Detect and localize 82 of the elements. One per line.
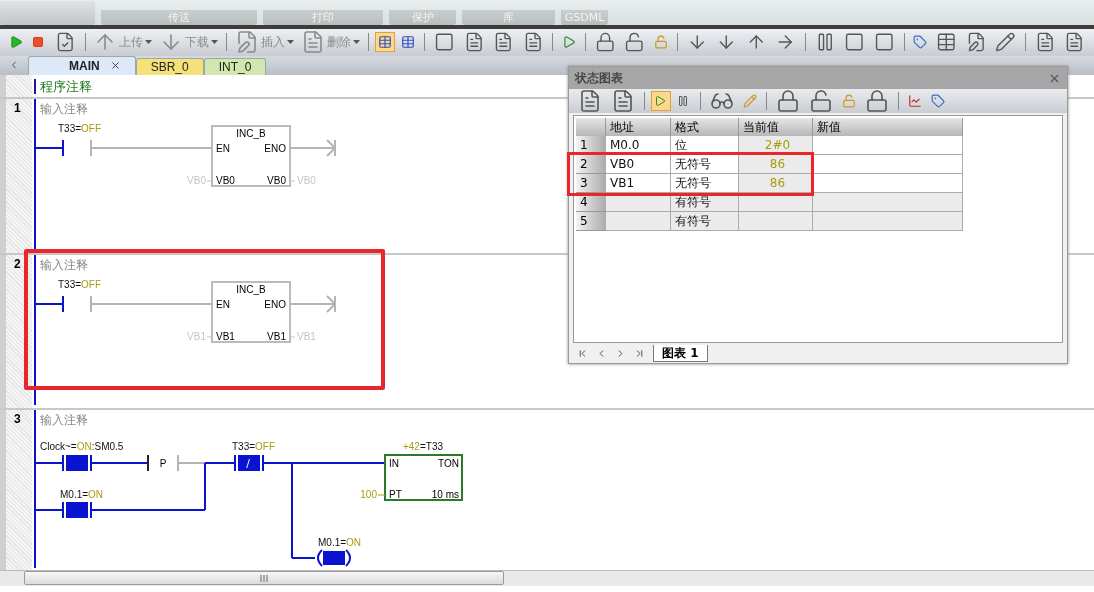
network-comment: 输入注释 [40, 257, 88, 272]
last-sheet-icon[interactable] [634, 347, 645, 359]
first-sheet-icon[interactable] [577, 347, 588, 359]
table-icon [401, 35, 416, 50]
rung-end-arrow [289, 138, 337, 157]
column-header: 格式 [671, 118, 739, 136]
delete-icon [611, 89, 635, 113]
caret-icon [353, 40, 361, 45]
operand-label: VB0 [297, 174, 316, 186]
column-header: 当前值 [739, 118, 813, 136]
program-comment: 程序注释 [34, 78, 92, 94]
monitor-toggle[interactable] [375, 32, 396, 53]
pin-label: IN [389, 457, 399, 469]
operand-label: M0.1=ON [318, 536, 362, 548]
rung-end-arrow [289, 294, 337, 313]
window-title: 状态图表 [575, 69, 623, 87]
column-header [576, 118, 606, 136]
pencil-icon [743, 94, 757, 108]
pin-label: ENO [264, 142, 286, 154]
pin-label: VB1 [216, 330, 235, 342]
tag-icon [913, 35, 928, 50]
play-icon [654, 95, 666, 107]
table-cell [606, 212, 671, 231]
chart-toggle[interactable] [651, 91, 671, 111]
time-base-label: 10 ms [431, 488, 459, 500]
block-name: TON [438, 457, 459, 469]
lock-icon [865, 89, 889, 113]
block-name: INC_B [236, 283, 266, 295]
network-comment: 输入注释 [40, 101, 88, 116]
table-cell: 无符号 [671, 155, 739, 174]
operand-label: Clock~=ON:SM0.5 [40, 440, 124, 452]
row-number: 3 [576, 174, 606, 193]
pin-label: VB0 [216, 174, 235, 186]
pin-label: ENO [264, 298, 286, 310]
operand-label: T33=OFF [58, 278, 102, 290]
unlock-icon [654, 35, 668, 50]
pin-label: VB0 [267, 174, 286, 186]
network-comment: 输入注释 [40, 412, 88, 427]
chart-icon [908, 94, 922, 108]
table-cell: VB1 [606, 174, 671, 193]
operand-label: 100 [360, 488, 377, 500]
pause-icon [677, 95, 689, 107]
operand-label: VB1 [297, 330, 316, 342]
tag-icon [931, 94, 945, 108]
contact-label: P [159, 457, 167, 469]
operand-label: T33=OFF [232, 440, 276, 452]
pin-label: EN [216, 298, 230, 310]
row-number: 5 [576, 212, 606, 231]
column-header: 地址 [606, 118, 671, 136]
editor-tab[interactable]: SBR_0 [135, 57, 204, 75]
operand-label: T33=OFF [58, 122, 102, 134]
operand-label: VB0 [187, 174, 206, 186]
block-name: INC_B [236, 127, 266, 139]
operand-label: +42=T33 [403, 440, 443, 452]
operand-label: M0.1=ON [60, 488, 104, 500]
insert-icon [578, 89, 602, 113]
table-cell: 无符号 [671, 174, 739, 193]
close-icon[interactable] [109, 60, 121, 72]
pin-label: EN [216, 142, 230, 154]
lock-icon [776, 89, 800, 113]
editor-tab[interactable]: INT_0 [203, 57, 267, 75]
stop-icon [32, 36, 44, 49]
table-cell: VB0 [606, 155, 671, 174]
unlock-icon [842, 94, 856, 108]
scrollbar-thumb[interactable] [24, 571, 504, 586]
unlock-icon [809, 89, 833, 113]
sheet-tab[interactable]: 图表 1 [653, 344, 708, 362]
run-icon [9, 35, 23, 50]
network-number: 3 [0, 409, 32, 570]
caret-icon [145, 40, 153, 45]
table-cell: 86 [739, 155, 813, 174]
operand-label: VB1 [187, 330, 206, 342]
table-cell: 86 [739, 174, 813, 193]
row-number: 2 [576, 155, 606, 174]
pin-label: PT [389, 488, 402, 500]
table-icon [378, 35, 393, 50]
network-number: 1 [0, 98, 32, 253]
column-header: 新值 [813, 118, 963, 136]
caret-icon [211, 40, 219, 45]
pin-label: VB1 [267, 330, 286, 342]
table-cell: 有符号 [671, 212, 739, 231]
caret-icon [287, 40, 295, 45]
